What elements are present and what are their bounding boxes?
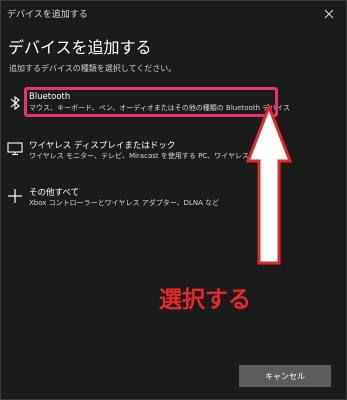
cancel-button[interactable]: キャンセル: [239, 365, 331, 387]
page-subtitle: 追加するデバイスの種類を選択してください。: [9, 64, 177, 73]
selection-highlight: [24, 87, 278, 117]
option-label: その他すべて: [29, 188, 80, 198]
annotation-text: 選択する: [159, 287, 251, 313]
page-title: デバイスを追加する: [8, 38, 152, 57]
title-bar: デバイスを追加する: [1, 1, 346, 27]
window-title: デバイスを追加する: [7, 10, 88, 20]
option-description: ワイヤレス モニター、テレビ、Miracast を使用する PC、ワイヤレス ド…: [29, 152, 273, 160]
option-description: Xbox コントローラーとワイヤレス アダプター、DLNA など: [29, 199, 220, 207]
bluetooth-icon: [7, 95, 23, 111]
up-arrow-annotation: [246, 105, 292, 265]
add-device-dialog: デバイスを追加する デバイスを追加する 追加するデバイスの種類を選択してください…: [0, 0, 347, 400]
option-label: ワイヤレス ディスプレイまたはドック: [29, 141, 176, 151]
monitor-icon: [7, 141, 23, 157]
close-icon[interactable]: [320, 5, 338, 23]
plus-icon: [7, 188, 23, 204]
